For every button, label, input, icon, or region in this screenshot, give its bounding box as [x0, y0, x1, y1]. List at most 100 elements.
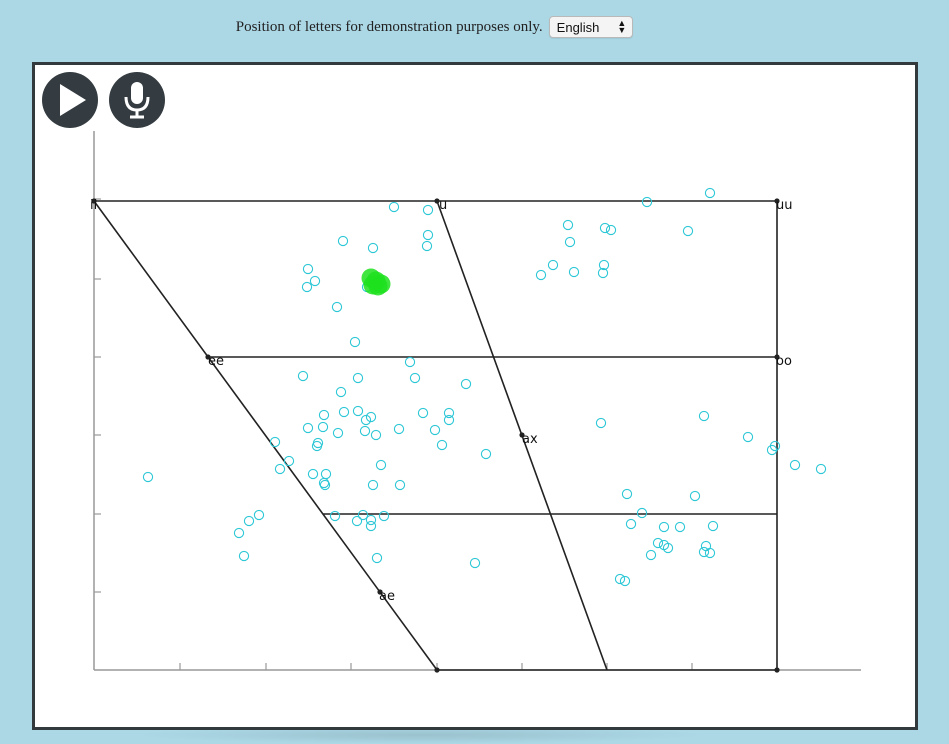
- sample-marker: [409, 372, 421, 384]
- grid-vertex: [434, 667, 440, 673]
- select-arrows-icon: ▲ ▼: [617, 18, 627, 35]
- sample-marker: [311, 440, 323, 452]
- sample-marker: [568, 266, 580, 278]
- sample-marker: [367, 479, 379, 491]
- sample-marker: [564, 236, 576, 248]
- current-voice-point: [363, 275, 383, 295]
- sample-marker: [375, 459, 387, 471]
- sample-marker: [394, 479, 406, 491]
- sample-marker: [480, 448, 492, 460]
- sample-marker: [404, 356, 416, 368]
- sample-marker: [283, 455, 295, 467]
- sample-marker: [365, 520, 377, 532]
- sample-marker: [307, 468, 319, 480]
- sample-marker: [233, 527, 245, 539]
- sample-marker: [331, 301, 343, 313]
- sample-marker: [370, 429, 382, 441]
- microphone-button[interactable]: [109, 72, 165, 128]
- sample-marker: [595, 417, 607, 429]
- sample-marker: [371, 552, 383, 564]
- vowel-grid: [91, 198, 780, 673]
- sample-marker: [460, 378, 472, 390]
- sample-marker: [652, 537, 664, 549]
- sample-marker: [535, 269, 547, 281]
- sample-marker: [645, 549, 657, 561]
- sample-marker: [469, 557, 481, 569]
- sample-marker: [698, 546, 710, 558]
- sample-marker: [352, 372, 364, 384]
- microphone-icon: [124, 82, 150, 119]
- sample-marker: [562, 219, 574, 231]
- sample-marker: [388, 201, 400, 213]
- sample-marker: [297, 370, 309, 382]
- sample-marker: [599, 222, 611, 234]
- sample-marker: [417, 407, 429, 419]
- vowel-label-ee: ee: [208, 354, 224, 369]
- sample-markers: [142, 187, 827, 587]
- sample-marker: [367, 242, 379, 254]
- sample-marker: [704, 187, 716, 199]
- sample-marker: [700, 540, 712, 552]
- sample-marker: [689, 490, 701, 502]
- vowel-label-oo: oo: [776, 354, 792, 369]
- vowel-label-uu: uu: [776, 198, 792, 213]
- sample-marker: [337, 235, 349, 247]
- vowel-label-u: u: [439, 198, 447, 213]
- sample-marker: [707, 520, 719, 532]
- sample-marker: [335, 386, 347, 398]
- language-select-value: English: [556, 19, 600, 35]
- sample-marker: [636, 507, 648, 519]
- vowel-chart: ii u uuee ooaxae: [90, 131, 861, 673]
- sample-marker: [349, 336, 361, 348]
- chart-axes: [93, 131, 861, 671]
- sample-marker: [338, 406, 350, 418]
- sample-marker: [674, 521, 686, 533]
- sample-marker: [393, 423, 405, 435]
- demo-caption: Position of letters for demonstration pu…: [235, 18, 543, 35]
- sample-marker: [274, 463, 286, 475]
- sample-marker: [422, 204, 434, 216]
- sample-marker: [742, 431, 754, 443]
- sample-marker: [359, 425, 371, 437]
- sample-marker: [243, 515, 255, 527]
- play-button[interactable]: [42, 72, 98, 128]
- sample-marker: [815, 463, 827, 475]
- sample-marker: [698, 410, 710, 422]
- sample-marker: [302, 422, 314, 434]
- vowel-label-ae: ae: [379, 589, 395, 604]
- sample-marker: [302, 263, 314, 275]
- sample-marker: [443, 414, 455, 426]
- sample-marker: [621, 488, 633, 500]
- sample-marker: [332, 427, 344, 439]
- top-bar: Position of letters for demonstration pu…: [0, 14, 949, 40]
- vowel-label-ax: ax: [522, 432, 538, 447]
- sample-marker: [605, 224, 617, 236]
- grid-vertex: [774, 667, 780, 673]
- sample-marker: [682, 225, 694, 237]
- sample-marker: [421, 240, 433, 252]
- sample-marker: [318, 409, 330, 421]
- sample-marker: [625, 518, 637, 530]
- sample-marker: [436, 439, 448, 451]
- sample-marker: [320, 468, 332, 480]
- sample-marker: [329, 510, 341, 522]
- sample-marker: [789, 459, 801, 471]
- sample-marker: [317, 421, 329, 433]
- sample-marker: [142, 471, 154, 483]
- sample-marker: [429, 424, 441, 436]
- vowel-chart-stage: ii u uu ee oo ax ae: [32, 62, 918, 730]
- sample-marker: [352, 405, 364, 417]
- sample-marker: [301, 281, 313, 293]
- sample-marker: [378, 510, 390, 522]
- language-select[interactable]: English ▲ ▼: [548, 16, 634, 38]
- sample-marker: [658, 521, 670, 533]
- sample-marker: [238, 550, 250, 562]
- sample-marker: [641, 196, 653, 208]
- sample-marker: [253, 509, 265, 521]
- sample-marker: [547, 259, 559, 271]
- play-icon: [60, 84, 86, 116]
- sample-marker: [269, 436, 281, 448]
- sample-marker: [422, 229, 434, 241]
- vowel-labels: ii u uuee ooaxae: [90, 198, 792, 604]
- sample-marker: [351, 515, 363, 527]
